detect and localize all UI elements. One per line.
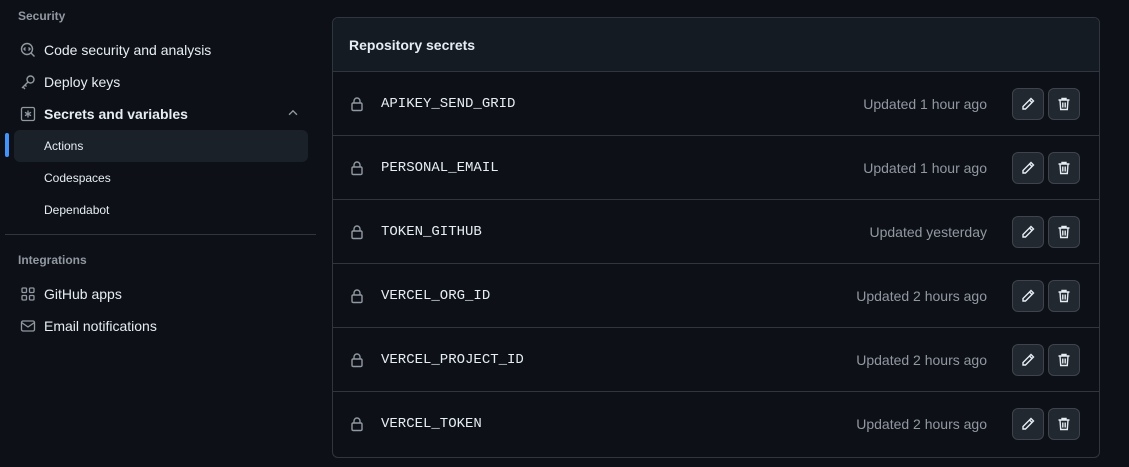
sidebar-subitem-codespaces[interactable]: Codespaces — [14, 162, 308, 194]
lock-icon — [349, 288, 365, 304]
edit-secret-button[interactable] — [1012, 216, 1044, 248]
edit-secret-button[interactable] — [1012, 344, 1044, 376]
pencil-icon — [1020, 160, 1036, 176]
codescan-icon — [20, 42, 36, 58]
active-indicator — [5, 133, 9, 157]
delete-secret-button[interactable] — [1048, 216, 1080, 248]
trash-icon — [1056, 352, 1072, 368]
trash-icon — [1056, 160, 1072, 176]
pencil-icon — [1020, 96, 1036, 112]
sidebar-divider — [5, 234, 316, 235]
sidebar-item-secrets-and-variables[interactable]: Secrets and variables — [14, 99, 308, 129]
sidebar-item-label: Email notifications — [44, 318, 157, 334]
secret-row: VERCEL_PROJECT_ID Updated 2 hours ago — [333, 328, 1099, 392]
pencil-icon — [1020, 352, 1036, 368]
secret-updated-time: Updated 2 hours ago — [856, 351, 987, 368]
secret-updated-time: Updated 1 hour ago — [863, 159, 987, 176]
lock-icon — [349, 96, 365, 112]
edit-secret-button[interactable] — [1012, 408, 1044, 440]
key-icon — [20, 74, 36, 90]
sidebar-item-github-apps[interactable]: GitHub apps — [14, 279, 308, 309]
lock-icon — [349, 160, 365, 176]
secret-name: APIKEY_SEND_GRID — [381, 95, 516, 112]
edit-secret-button[interactable] — [1012, 88, 1044, 120]
asterisk-icon — [20, 106, 36, 122]
secret-row: APIKEY_SEND_GRID Updated 1 hour ago — [333, 72, 1099, 136]
delete-secret-button[interactable] — [1048, 280, 1080, 312]
secret-row: TOKEN_GITHUB Updated yesterday — [333, 200, 1099, 264]
delete-secret-button[interactable] — [1048, 152, 1080, 184]
delete-secret-button[interactable] — [1048, 88, 1080, 120]
mail-icon — [20, 318, 36, 334]
chevron-up-icon[interactable] — [286, 106, 300, 123]
secret-updated-time: Updated 2 hours ago — [856, 287, 987, 304]
sidebar-item-label: Deploy keys — [44, 74, 121, 90]
secret-row: VERCEL_ORG_ID Updated 2 hours ago — [333, 264, 1099, 328]
panel-title: Repository secrets — [333, 18, 1099, 72]
trash-icon — [1056, 96, 1072, 112]
lock-icon — [349, 352, 365, 368]
apps-icon — [20, 286, 36, 302]
trash-icon — [1056, 416, 1072, 432]
security-heading: Security — [18, 9, 66, 23]
sidebar-subitem-dependabot[interactable]: Dependabot — [14, 194, 308, 226]
trash-icon — [1056, 224, 1072, 240]
secret-row: PERSONAL_EMAIL Updated 1 hour ago — [333, 136, 1099, 200]
secret-name: VERCEL_TOKEN — [381, 416, 482, 432]
pencil-icon — [1020, 224, 1036, 240]
secret-name: TOKEN_GITHUB — [381, 223, 482, 240]
trash-icon — [1056, 288, 1072, 304]
lock-icon — [349, 416, 365, 432]
secret-name: PERSONAL_EMAIL — [381, 159, 499, 176]
sidebar-item-deploy-keys[interactable]: Deploy keys — [14, 67, 308, 97]
edit-secret-button[interactable] — [1012, 280, 1044, 312]
sidebar-subitem-actions[interactable]: Actions — [14, 130, 308, 162]
repository-secrets-panel: Repository secrets APIKEY_SEND_GRID Upda… — [332, 17, 1100, 458]
secret-updated-time: Updated yesterday — [869, 223, 987, 240]
secret-updated-time: Updated 1 hour ago — [863, 95, 987, 112]
secret-name: VERCEL_PROJECT_ID — [381, 351, 524, 368]
secret-updated-time: Updated 2 hours ago — [856, 416, 987, 432]
secret-name: VERCEL_ORG_ID — [381, 287, 491, 304]
delete-secret-button[interactable] — [1048, 408, 1080, 440]
sidebar-item-label: Code security and analysis — [44, 42, 212, 58]
pencil-icon — [1020, 288, 1036, 304]
lock-icon — [349, 224, 365, 240]
integrations-heading: Integrations — [18, 253, 87, 267]
sidebar-item-code-security[interactable]: Code security and analysis — [14, 35, 308, 65]
edit-secret-button[interactable] — [1012, 152, 1044, 184]
delete-secret-button[interactable] — [1048, 344, 1080, 376]
secret-row: VERCEL_TOKEN Updated 2 hours ago — [333, 392, 1099, 456]
pencil-icon — [1020, 416, 1036, 432]
sidebar-item-email-notifications[interactable]: Email notifications — [14, 311, 308, 341]
sidebar-item-label: GitHub apps — [44, 286, 122, 302]
sidebar-item-label: Secrets and variables — [44, 106, 188, 122]
